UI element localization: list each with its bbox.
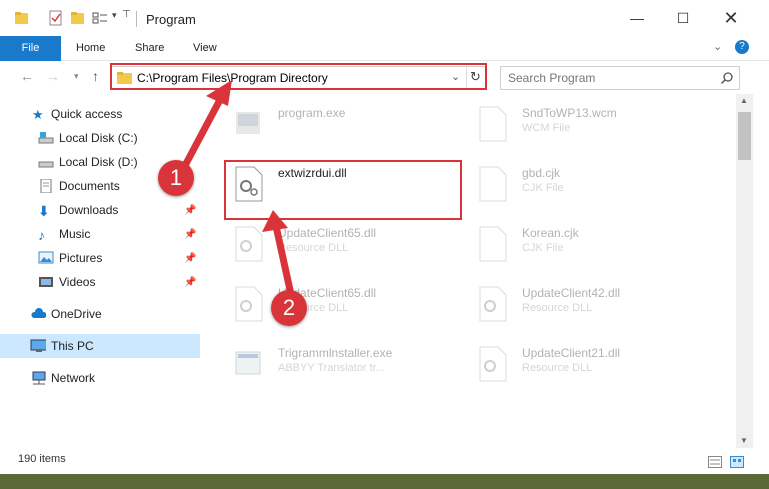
file-item[interactable]: Korean.cjk CJK File (478, 220, 718, 270)
file-item[interactable]: SndToWP13.wcm WCM File (478, 100, 718, 150)
search-placeholder: Search Program (508, 71, 596, 85)
star-icon: ★ (32, 107, 44, 122)
sidebar-item-local-disk-c[interactable]: Local Disk (C:) (0, 126, 200, 150)
address-dropdown-icon[interactable]: ⌄ (451, 70, 460, 83)
recent-locations-icon[interactable]: ▾ (74, 71, 79, 82)
new-folder-icon[interactable] (70, 10, 86, 26)
pin-icon[interactable]: 📌 (184, 229, 196, 240)
maximize-button[interactable]: ☐ (660, 0, 706, 36)
file-icon (479, 226, 507, 262)
scroll-thumb[interactable] (738, 112, 751, 160)
file-item[interactable]: UpdateClient21.dll Resource DLL (478, 340, 718, 390)
search-icon (721, 72, 733, 84)
navigation-pane: ★ Quick access Local Disk (C:) Local Dis… (0, 94, 208, 448)
step-2-badge: 2 (271, 290, 307, 326)
network-icon (32, 371, 46, 385)
folder-icon (15, 12, 28, 24)
step-1-badge: 1 (158, 160, 194, 196)
pin-icon[interactable]: 📌 (184, 277, 196, 288)
pictures-icon (38, 251, 54, 264)
expand-ribbon-icon[interactable]: ⌄ (713, 40, 722, 53)
music-icon: ♪ (38, 227, 45, 243)
file-item-extwizrdui[interactable]: extwizrdui.dll (234, 160, 474, 210)
sidebar-item-quick-access[interactable]: ★ Quick access (0, 102, 200, 126)
item-count: 190 items (18, 453, 66, 465)
documents-icon (40, 179, 52, 193)
pin-icon[interactable]: 📌 (184, 205, 196, 216)
tab-view[interactable]: View (193, 36, 217, 60)
properties-icon[interactable] (48, 10, 64, 26)
file-item[interactable]: UpdateClient65.dll Resource DLL (234, 280, 474, 330)
minimize-button[interactable]: — (614, 0, 660, 36)
exe-icon (235, 351, 261, 375)
download-arrow-icon: ⬇ (38, 203, 50, 219)
qat-customize-icon[interactable]: ⊤ (122, 9, 131, 20)
title-separator (136, 11, 137, 27)
cloud-icon (31, 308, 46, 318)
dll-gear-icon (235, 286, 263, 322)
address-path: C:\Program Files\Program Directory (137, 71, 328, 85)
drive-icon (38, 161, 54, 168)
help-icon[interactable]: ? (735, 40, 749, 54)
tab-share[interactable]: Share (135, 36, 164, 60)
sidebar-item-this-pc[interactable]: This PC (0, 334, 200, 358)
file-item[interactable]: UpdateClient42.dll Resource DLL (478, 280, 718, 330)
search-input[interactable]: Search Program (500, 66, 740, 90)
file-item[interactable]: gbd.cjk CJK File (478, 160, 718, 210)
view-options-icon[interactable] (92, 10, 110, 26)
file-list: program.exe extwizrdui.dll UpdateClient6… (208, 94, 736, 448)
forward-arrow-icon[interactable]: → (46, 68, 60, 84)
sidebar-item-onedrive[interactable]: OneDrive (0, 302, 200, 326)
pin-icon[interactable]: 📌 (184, 253, 196, 264)
sidebar-item-music[interactable]: ♪ Music 📌 (0, 222, 200, 246)
dll-gear-icon (235, 166, 263, 202)
tab-home[interactable]: Home (76, 36, 105, 60)
dll-gear-icon (479, 286, 507, 322)
address-row: ← → ▾ ↑ C:\Program Files\Program Directo… (0, 61, 769, 93)
status-bar: 190 items (0, 450, 769, 474)
scroll-up-icon[interactable]: ▲ (740, 96, 748, 105)
title-bar: ▾ ⊤ Program — ☐ ✕ (0, 0, 769, 36)
address-bar[interactable]: C:\Program Files\Program Directory ⌄ ↻ (110, 66, 487, 90)
drive-icon (38, 132, 54, 144)
file-icon (479, 166, 507, 202)
file-item[interactable]: program.exe (234, 100, 474, 150)
dll-gear-icon (479, 346, 507, 382)
close-button[interactable]: ✕ (708, 0, 754, 36)
sidebar-item-pictures[interactable]: Pictures 📌 (0, 246, 200, 270)
sidebar-item-downloads[interactable]: ⬇ Downloads 📌 (0, 198, 200, 222)
qat-dropdown-icon[interactable]: ▾ (112, 10, 117, 21)
videos-icon (39, 277, 53, 287)
up-arrow-icon[interactable]: ↑ (92, 68, 99, 84)
folder-icon (117, 72, 132, 84)
vertical-scrollbar[interactable]: ▲ ▼ (736, 94, 753, 448)
file-item[interactable]: UpdateClient65.dll Resource DLL (234, 220, 474, 270)
back-arrow-icon[interactable]: ← (20, 68, 34, 84)
exe-icon (236, 112, 260, 134)
large-icons-view-icon[interactable] (730, 456, 744, 468)
window-title: Program (146, 12, 196, 27)
computer-icon (30, 339, 46, 352)
refresh-icon[interactable]: ↻ (470, 69, 481, 85)
sidebar-item-videos[interactable]: Videos 📌 (0, 270, 200, 294)
file-item[interactable]: Trigrammlnstaller.exe ABBYY Translator t… (234, 340, 474, 390)
scroll-down-icon[interactable]: ▼ (740, 436, 748, 445)
details-view-icon[interactable] (708, 456, 722, 468)
ribbon-tabs: File Home Share View ⌄ ? (0, 36, 769, 86)
sidebar-item-network[interactable]: Network (0, 366, 200, 390)
dll-gear-icon (235, 226, 263, 262)
explorer-window: ▾ ⊤ Program — ☐ ✕ File Home Share View ⌄… (0, 0, 769, 474)
file-icon (479, 106, 507, 142)
